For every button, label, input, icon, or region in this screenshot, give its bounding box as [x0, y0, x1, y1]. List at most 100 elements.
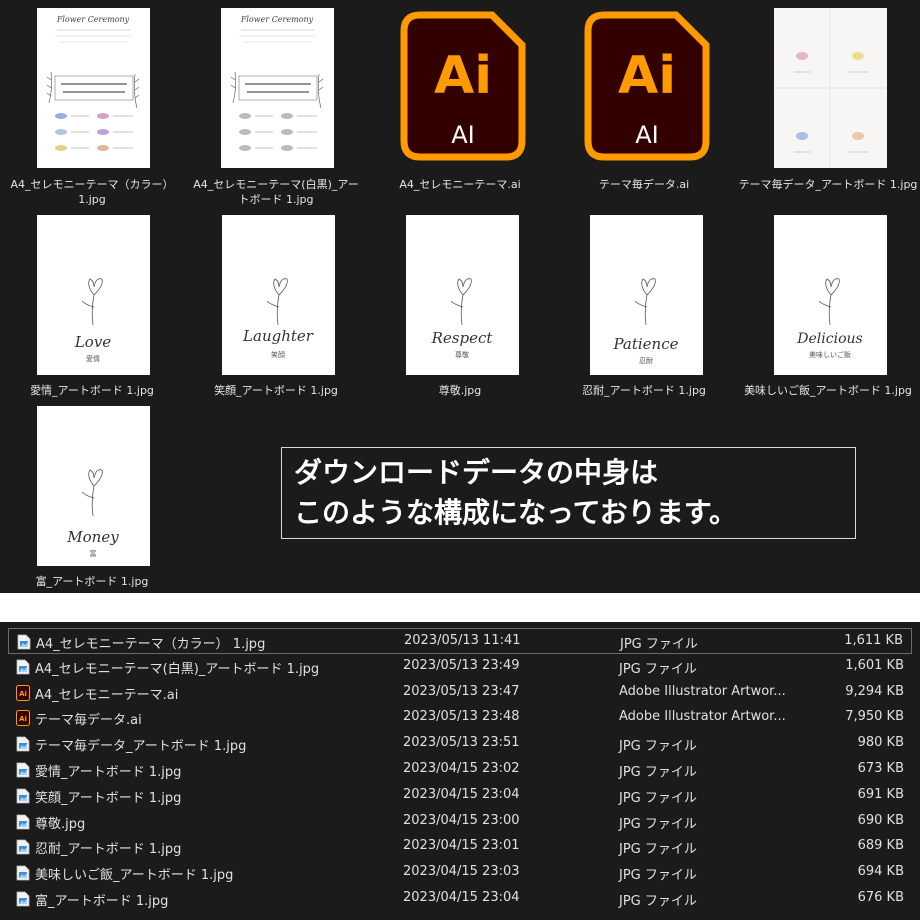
file-row-size: 1,601 KB	[845, 657, 904, 673]
jpg-file-icon	[16, 891, 30, 907]
file-row-date: 2023/05/13 23:47	[403, 683, 520, 699]
grid-item-name: 富_アートボード 1.jpg	[35, 575, 149, 588]
file-row-date: 2023/05/13 11:41	[404, 633, 521, 648]
file-row[interactable]: 笑顔_アートボード 1.jpg 2023/04/15 23:04 JPG ファイル 6…	[8, 783, 912, 809]
file-row[interactable]: Ai テーマ毎データ.ai 2023/05/13 23:48 Adobe Illust…	[8, 705, 912, 731]
file-row-name: A4_セレモニーテーマ(白黒)_アートボード 1.jpg	[35, 661, 320, 677]
card-word: Patience	[612, 335, 678, 353]
grid-item-name: 愛情_アートボード 1.jpg	[30, 384, 154, 397]
jpg-file-icon	[16, 736, 30, 752]
file-row[interactable]: 尊敬.jpg 2023/04/15 23:00 JPG ファイル 690 KB	[8, 809, 912, 835]
file-row-date: 2023/04/15 23:01	[403, 838, 520, 854]
file-row-size: 676 KB	[857, 890, 904, 905]
card-word: Delicious	[796, 331, 862, 347]
file-row-name: A4_セレモニーテーマ（カラー） 1.jpg	[36, 637, 266, 652]
file-row-type: JPG ファイル	[619, 816, 697, 832]
file-row-date: 2023/04/15 23:03	[403, 864, 520, 880]
jpg-file-icon	[16, 865, 30, 881]
thumbnail-ceremony-color: Flower Ceremony	[37, 8, 150, 168]
card-word: Love	[74, 333, 111, 351]
grid-item-name: 美味しいご飯_アートボード 1.jpg	[744, 384, 912, 397]
jpg-file-icon	[16, 788, 30, 804]
file-row[interactable]: A4_セレモニーテーマ(白黒)_アートボード 1.jpg 2023/05/13 2…	[8, 654, 912, 680]
jpg-file-icon	[16, 762, 30, 778]
grid-item[interactable]: Flower Ceremony	[184, 0, 368, 210]
file-row-name: テーマ毎データ_アートボード 1.jpg	[35, 739, 247, 755]
thumbnail-card-patience: Patience 忍耐	[590, 215, 703, 375]
ai-icon-text: Ai	[434, 46, 492, 106]
ai-file-icon: Ai	[16, 684, 30, 701]
grid-item[interactable]: テーマ毎データ_アートボード 1.jpg	[736, 0, 920, 210]
file-row-size: 690 KB	[857, 812, 904, 828]
file-row-date: 2023/05/13 23:51	[403, 735, 520, 751]
grid-item[interactable]: Love 愛情 愛情_アートボード 1.jpg	[0, 210, 184, 400]
file-row-name: 忍耐_アートボード 1.jpg	[35, 842, 182, 858]
file-row-name: テーマ毎データ.ai	[35, 713, 142, 729]
card-jp: 美味しいご飯	[809, 350, 851, 359]
file-row-type: Adobe Illustrator Artwor...	[619, 683, 786, 699]
file-row-size: 7,950 KB	[845, 709, 904, 725]
file-row-name: A4_セレモニーテーマ.ai	[35, 687, 179, 703]
ai-file-icon: Ai	[16, 710, 30, 727]
jpg-file-icon	[16, 814, 30, 830]
file-row-name: 愛情_アートボード 1.jpg	[35, 765, 182, 780]
grid-item[interactable]: Money 富 富_アートボード 1.jpg	[0, 400, 184, 593]
ai-icon-text: Ai	[618, 46, 676, 106]
ceremony-title: Flower Ceremony	[240, 15, 314, 24]
grid-item-name: A4_セレモニーテーマ(白黒)_アートボード 1.jpg	[193, 178, 359, 206]
file-row-type: Adobe Illustrator Artwor...	[619, 709, 786, 725]
file-row-size: 691 KB	[857, 786, 904, 802]
file-row-date: 2023/04/15 23:02	[403, 761, 520, 776]
file-row-name: 尊敬.jpg	[35, 816, 86, 832]
grid-item[interactable]: Laughter 笑顔 笑顔_アートボード 1.jpg	[184, 210, 368, 400]
svg-text:Ai: Ai	[19, 715, 27, 723]
jpg-file-icon	[17, 634, 31, 650]
grid-item[interactable]: Respect 尊敬 尊敬.jpg	[368, 210, 552, 400]
grid-item[interactable]: Ai AI テーマ毎データ.ai	[552, 0, 736, 210]
file-row-type: JPG ファイル	[619, 790, 697, 806]
file-row-type: JPG ファイル	[619, 739, 697, 755]
thumbnail-card-love: Love 愛情	[37, 215, 150, 375]
file-row[interactable]: Ai A4_セレモニーテーマ.ai 2023/05/13 23:47 Adobe Il…	[8, 680, 912, 706]
card-jp: 笑顔	[271, 350, 285, 359]
grid-item[interactable]: Flower Ceremony	[0, 0, 184, 210]
file-row-date: 2023/04/15 23:00	[403, 812, 520, 828]
file-row-type: JPG ファイル	[619, 868, 697, 884]
file-row[interactable]: 忍耐_アートボード 1.jpg 2023/04/15 23:01 JPG ファイル 6…	[8, 834, 912, 860]
file-row[interactable]: 富_アートボード 1.jpg 2023/04/15 23:04 JPG ファイル 67…	[8, 886, 912, 912]
grid-item[interactable]: Delicious 美味しいご飯 美味しいご飯_アートボード 1.jpg	[736, 210, 920, 400]
grid-item-name: 笑顔_アートボード 1.jpg	[214, 384, 338, 397]
file-row-type: JPG ファイル	[619, 661, 697, 677]
grid-item-name: A4_セレモニーテーマ.ai	[399, 178, 521, 191]
thumbnail-card-laughter: Laughter 笑顔	[222, 215, 335, 375]
grid-item-name: 忍耐_アートボード 1.jpg	[582, 384, 706, 397]
grid-item[interactable]: Ai AI A4_セレモニーテーマ.ai	[368, 0, 552, 210]
file-row-name: 富_アートボード 1.jpg	[35, 894, 169, 909]
file-row-type: JPG ファイル	[620, 637, 698, 652]
file-row-size: 1,611 KB	[844, 633, 903, 648]
ai-icon-subtext: AI	[451, 121, 475, 149]
file-row-size: 673 KB	[857, 761, 904, 776]
file-row[interactable]: テーマ毎データ_アートボード 1.jpg 2023/05/13 23:51 JPG …	[8, 731, 912, 757]
file-row-date: 2023/05/13 23:49	[403, 657, 520, 673]
thumbnail-theme-board	[774, 8, 887, 168]
thumbnail-card-money: Money 富	[37, 406, 150, 566]
file-row-size: 694 KB	[857, 864, 904, 880]
card-jp: 愛情	[86, 354, 100, 363]
file-row-date: 2023/05/13 23:48	[403, 709, 520, 725]
file-row-date: 2023/04/15 23:04	[403, 890, 520, 905]
file-row-size: 9,294 KB	[845, 683, 904, 699]
file-row[interactable]: 美味しいご飯_アートボード 1.jpg 2023/04/15 23:03 JPG フ…	[8, 860, 912, 886]
file-row-type: JPG ファイル	[619, 894, 697, 909]
illustrator-file-icon: Ai AI	[584, 11, 710, 161]
file-details-list: A4_セレモニーテーマ（カラー） 1.jpg 2023/05/13 11:41 JP…	[0, 622, 920, 920]
file-row[interactable]: A4_セレモニーテーマ（カラー） 1.jpg 2023/05/13 11:41 JP…	[8, 628, 912, 654]
grid-item-name: テーマ毎データ.ai	[598, 178, 690, 191]
card-jp: 尊敬	[455, 350, 469, 359]
grid-item[interactable]: Patience 忍耐 忍耐_アートボード 1.jpg	[552, 210, 736, 400]
file-row[interactable]: 愛情_アートボード 1.jpg 2023/04/15 23:02 JPG ファイル 6…	[8, 757, 912, 783]
grid-item-name: テーマ毎データ_アートボード 1.jpg	[738, 178, 918, 191]
file-row-name: 美味しいご飯_アートボード 1.jpg	[35, 868, 234, 884]
grid-item-name: A4_セレモニーテーマ（カラー） 1.jpg	[10, 178, 174, 206]
jpg-file-icon	[16, 839, 30, 855]
